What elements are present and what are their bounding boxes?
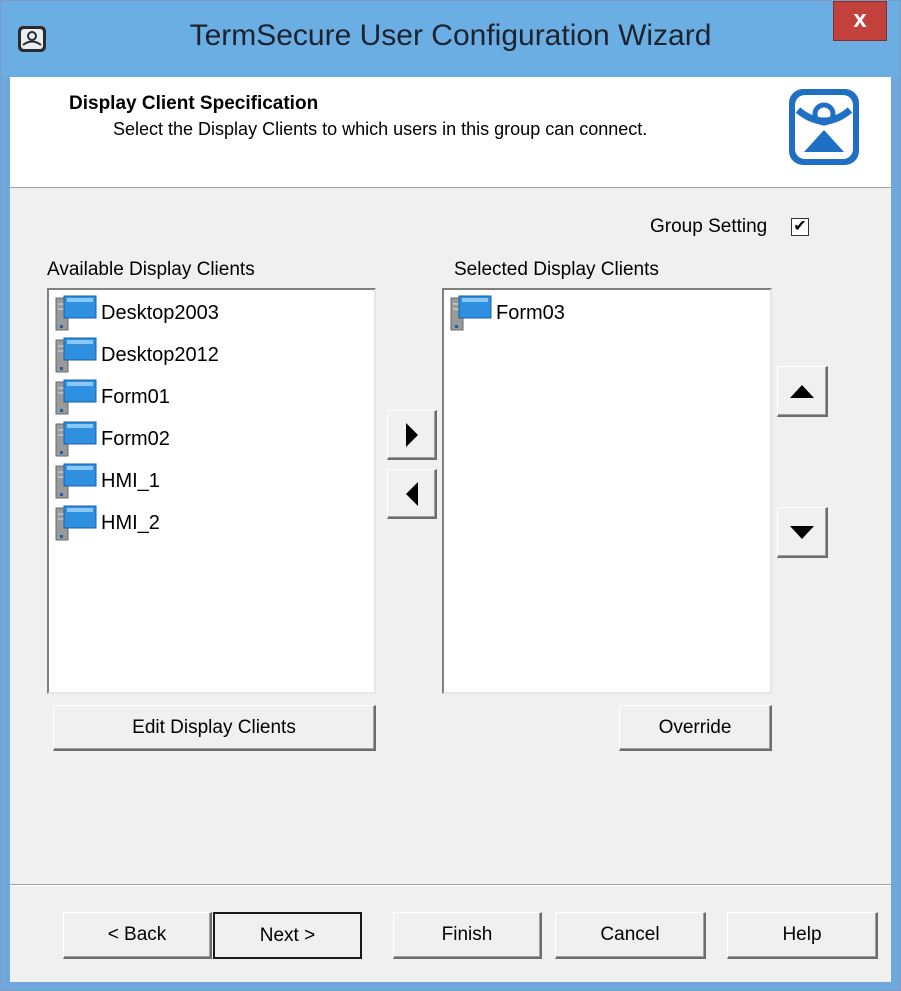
display-client-icon [55,421,97,457]
display-client-icon [55,505,97,541]
available-clients-list[interactable]: Desktop2003 Desktop2012 Form01 Form02 HM… [47,288,376,694]
wizard-body: Display Client Specification Select the … [10,77,891,982]
display-client-icon [55,337,97,373]
add-client-button[interactable] [387,410,437,460]
help-button[interactable]: Help [727,912,878,959]
thinmanager-logo-icon [789,89,859,165]
list-item[interactable]: Form02 [55,420,170,458]
title-bar[interactable]: TermSecure User Configuration Wizard x [1,1,900,77]
selected-clients-list[interactable]: Form03 [442,288,772,694]
cancel-button[interactable]: Cancel [555,912,706,959]
next-button[interactable]: Next > [213,912,362,959]
selected-clients-label: Selected Display Clients [454,259,659,280]
move-down-button[interactable] [777,507,828,558]
list-item[interactable]: Form01 [55,378,170,416]
arrow-up-icon [790,385,814,398]
group-setting-checkbox[interactable]: ✔ [791,218,809,236]
remove-client-button[interactable] [387,469,437,519]
list-item-label: Form03 [496,301,565,324]
list-item-label: HMI_1 [101,469,160,492]
display-client-icon [450,295,492,331]
check-mark-icon: ✔ [793,218,807,235]
list-item[interactable]: Desktop2003 [55,294,219,332]
list-item[interactable]: Desktop2012 [55,336,219,374]
available-clients-label: Available Display Clients [47,259,255,280]
footer-divider [10,884,891,886]
list-item[interactable]: HMI_1 [55,462,160,500]
arrow-down-icon [790,526,814,539]
display-client-icon [55,379,97,415]
arrow-right-icon [405,423,418,447]
group-setting-label: Group Setting [650,216,768,237]
move-up-button[interactable] [777,366,828,417]
close-button[interactable]: x [833,1,887,41]
list-item-label: Desktop2003 [101,301,219,324]
wizard-window: TermSecure User Configuration Wizard x D… [0,0,901,991]
edit-display-clients-button[interactable]: Edit Display Clients [53,705,376,751]
close-icon: x [853,6,867,33]
wizard-header: Display Client Specification Select the … [10,77,891,188]
window-title: TermSecure User Configuration Wizard [189,19,712,52]
page-title: Display Client Specification [69,93,319,114]
list-item-label: HMI_2 [101,511,160,534]
back-button[interactable]: < Back [63,912,212,959]
display-client-icon [55,463,97,499]
list-item-label: Form02 [101,427,170,450]
display-client-icon [55,295,97,331]
list-item[interactable]: HMI_2 [55,504,160,542]
list-item-label: Form01 [101,385,170,408]
list-item[interactable]: Form03 [450,294,565,332]
finish-button[interactable]: Finish [393,912,542,959]
arrow-left-icon [405,482,418,506]
list-item-label: Desktop2012 [101,343,219,366]
override-button[interactable]: Override [619,705,772,751]
page-subtitle: Select the Display Clients to which user… [113,119,648,139]
